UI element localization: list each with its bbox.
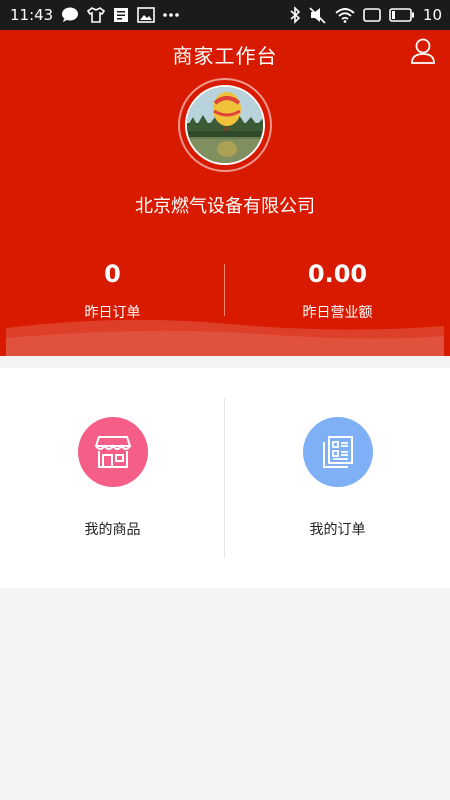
bluetooth-icon bbox=[289, 6, 301, 24]
window-icon bbox=[363, 8, 381, 22]
my-orders-button[interactable]: 我的订单 bbox=[225, 368, 450, 588]
stat-yesterday-orders: 0 昨日订单 bbox=[0, 260, 225, 322]
menu-panel: 我的商品 我的订单 bbox=[0, 368, 450, 588]
more-dots-icon bbox=[163, 12, 180, 18]
stat-value: 0.00 bbox=[307, 260, 368, 288]
stat-yesterday-revenue: 0.00 昨日营业额 bbox=[225, 260, 450, 322]
page-title: 商家工作台 bbox=[172, 44, 278, 68]
my-products-label: 我的商品 bbox=[84, 522, 141, 538]
my-orders-label: 我的订单 bbox=[309, 522, 366, 538]
document-icon bbox=[113, 7, 129, 23]
shop-icon bbox=[77, 417, 148, 487]
status-bar: 11:43 10 bbox=[0, 0, 450, 30]
company-name: 北京燃气设备有限公司 bbox=[135, 196, 315, 217]
shirt-icon bbox=[87, 7, 106, 23]
person-icon bbox=[410, 37, 436, 69]
status-time: 11:43 bbox=[10, 6, 54, 24]
avatar[interactable] bbox=[185, 85, 265, 165]
battery-level: 10 bbox=[422, 6, 442, 24]
stat-value: 0 bbox=[104, 260, 121, 288]
chat-icon bbox=[61, 7, 79, 23]
wifi-icon bbox=[335, 7, 355, 23]
mute-icon bbox=[309, 6, 327, 24]
order-list-icon bbox=[302, 417, 373, 487]
avatar-ring bbox=[178, 78, 272, 172]
my-products-button[interactable]: 我的商品 bbox=[0, 368, 225, 588]
header-wave-decoration bbox=[6, 319, 444, 356]
merchant-header: 商家工作台 北京燃气设备有限公司 0 昨日订单 0.00 昨日营业额 bbox=[0, 30, 450, 356]
hot-air-balloon-photo bbox=[187, 87, 263, 163]
user-profile-button[interactable] bbox=[408, 38, 438, 68]
battery-icon bbox=[389, 8, 415, 22]
image-icon bbox=[137, 7, 156, 23]
